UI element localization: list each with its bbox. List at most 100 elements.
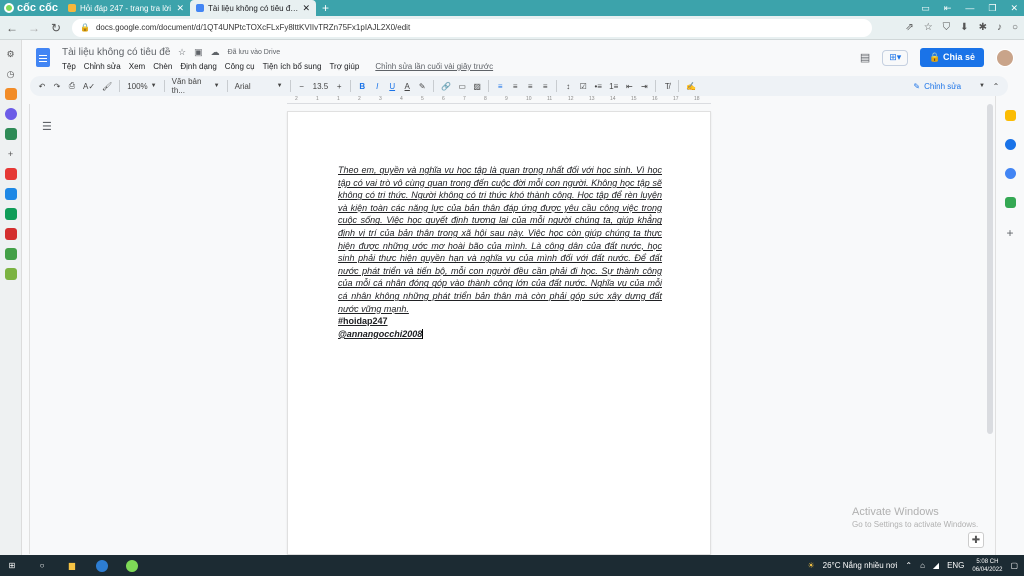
google-docs-logo-icon[interactable]: [36, 48, 50, 67]
translate-icon[interactable]: [4, 208, 17, 220]
share-button[interactable]: 🔒 Chia sẻ: [920, 48, 984, 67]
cast-icon[interactable]: ▭: [921, 3, 930, 14]
document-outline-icon[interactable]: ☰: [42, 120, 52, 133]
document-page[interactable]: Theo em, quyền và nghĩa vụ học tập là qu…: [287, 111, 711, 555]
numbered-list-icon[interactable]: 1≡: [609, 82, 618, 91]
contacts-icon[interactable]: [1004, 168, 1016, 179]
volume-icon[interactable]: ◢: [933, 561, 939, 570]
decrease-indent-icon[interactable]: ⇤: [625, 82, 633, 91]
music-icon[interactable]: ♪: [997, 22, 1002, 33]
settings-gear-icon[interactable]: ⚙: [5, 48, 17, 60]
text-color-icon[interactable]: A: [403, 82, 411, 91]
profile-icon[interactable]: ○: [1012, 22, 1018, 33]
search-icon[interactable]: ○: [36, 560, 48, 572]
url-field[interactable]: 🔒 docs.google.com/document/d/1QT4UNPtcTO…: [72, 18, 872, 37]
add-addon-icon[interactable]: +: [1006, 226, 1013, 240]
increase-indent-icon[interactable]: ⇥: [640, 82, 648, 91]
minimize-button[interactable]: —: [965, 3, 974, 13]
extensions-icon[interactable]: ✱: [979, 22, 987, 33]
reload-button[interactable]: ↻: [50, 21, 62, 35]
maps-icon[interactable]: [4, 248, 17, 260]
paint-format-icon[interactable]: 🖌: [102, 82, 112, 91]
calculator-icon[interactable]: [4, 268, 17, 280]
undo-icon[interactable]: ↶: [38, 82, 46, 91]
menu-help[interactable]: Trợ giúp: [329, 62, 359, 71]
align-center-icon[interactable]: ≡: [511, 82, 519, 91]
keep-icon[interactable]: [1004, 110, 1016, 121]
menu-format[interactable]: Định dạng: [180, 62, 216, 71]
vertical-ruler[interactable]: [24, 104, 30, 554]
browser-logo[interactable]: cốc cốc: [0, 0, 62, 16]
back-button[interactable]: ←: [6, 21, 18, 35]
font-size-input[interactable]: 13.5: [313, 82, 329, 91]
close-window-button[interactable]: ✕: [1010, 3, 1018, 14]
zalo-icon[interactable]: [4, 188, 17, 200]
horizontal-ruler[interactable]: 2 1 1 2 3 4 5 6 7 8 9 10 11 12 13 14 15 16 17 18: [287, 96, 711, 104]
vertical-scrollbar[interactable]: [987, 104, 993, 434]
lock-icon[interactable]: 🔒: [80, 23, 90, 32]
pin-icon[interactable]: ⇤: [944, 3, 952, 14]
redo-icon[interactable]: ↷: [53, 82, 61, 91]
bulleted-list-icon[interactable]: •≡: [594, 82, 602, 91]
underline-button[interactable]: U: [388, 82, 396, 91]
move-folder-icon[interactable]: ▣: [194, 47, 203, 58]
menu-edit[interactable]: Chỉnh sửa: [84, 62, 121, 71]
maps-pin-icon[interactable]: [1004, 197, 1016, 208]
document-title[interactable]: Tài liệu không có tiêu đề: [62, 47, 170, 58]
tasks-icon[interactable]: [1004, 139, 1016, 150]
highlight-icon[interactable]: ✎: [418, 82, 426, 91]
avatar[interactable]: [996, 48, 1014, 67]
download-icon[interactable]: ⬇: [960, 22, 968, 33]
align-right-icon[interactable]: ≡: [526, 82, 534, 91]
file-explorer-icon[interactable]: ▆: [66, 560, 78, 572]
tray-chevron-icon[interactable]: ⌃: [905, 561, 912, 570]
new-tab-button[interactable]: +: [322, 1, 329, 15]
forward-button[interactable]: →: [28, 21, 40, 35]
zoom-select[interactable]: 100% ▼: [127, 82, 156, 91]
windows-start-icon[interactable]: ⊞: [6, 560, 18, 572]
news-icon[interactable]: [4, 228, 17, 240]
last-edit-link[interactable]: Chỉnh sửa lần cuối vài giây trước: [375, 62, 493, 71]
menu-tools[interactable]: Công cụ: [225, 62, 255, 71]
bold-button[interactable]: B: [358, 82, 366, 91]
italic-button[interactable]: I: [373, 82, 381, 91]
link-icon[interactable]: 🔗: [441, 82, 451, 91]
messenger-icon[interactable]: [4, 108, 17, 120]
explore-button[interactable]: ✚: [968, 532, 984, 548]
font-select[interactable]: Arial ▼: [235, 82, 283, 91]
decrease-font-size-icon[interactable]: −: [298, 82, 306, 91]
maximize-button[interactable]: ❐: [988, 3, 996, 14]
coccoc-game-icon[interactable]: [4, 88, 17, 100]
add-comment-icon[interactable]: ▭: [458, 82, 466, 91]
insert-image-icon[interactable]: ▨: [473, 82, 481, 91]
share-page-icon[interactable]: ⇗: [905, 22, 913, 33]
add-icon[interactable]: +: [5, 148, 17, 160]
close-icon[interactable]: ✕: [302, 3, 310, 14]
justify-icon[interactable]: ≡: [541, 82, 549, 91]
clock[interactable]: 5:08 CH 06/04/2022: [972, 558, 1002, 574]
gamepad-icon[interactable]: [4, 128, 17, 140]
increase-font-size-icon[interactable]: +: [335, 82, 343, 91]
weather-text[interactable]: 26°C Nắng nhiều nơi: [823, 561, 898, 570]
menu-insert[interactable]: Chèn: [153, 62, 172, 71]
coccoc-taskbar-icon[interactable]: [126, 559, 138, 572]
menu-addons[interactable]: Tiện ích bổ sung: [263, 62, 322, 71]
close-icon[interactable]: ✕: [176, 3, 184, 14]
zalo-taskbar-icon[interactable]: [96, 559, 108, 572]
menu-view[interactable]: Xem: [129, 62, 145, 71]
print-icon[interactable]: ⎙: [68, 81, 76, 91]
bookmark-star-icon[interactable]: ☆: [924, 22, 933, 33]
history-icon[interactable]: ◷: [5, 68, 17, 80]
hide-menus-icon[interactable]: ⌃: [992, 82, 1000, 91]
shield-icon[interactable]: ⛉: [943, 22, 951, 33]
align-left-icon[interactable]: ≡: [496, 82, 504, 91]
input-tools-icon[interactable]: ✍: [686, 82, 696, 91]
youtube-icon[interactable]: [4, 168, 17, 180]
editing-mode-select[interactable]: ✎ Chỉnh sửa ▼: [913, 82, 985, 91]
spellcheck-icon[interactable]: A✓: [83, 82, 95, 91]
checklist-icon[interactable]: ☑: [579, 82, 587, 91]
menu-file[interactable]: Tệp: [62, 62, 76, 71]
network-icon[interactable]: ⌂: [920, 561, 925, 570]
style-select[interactable]: Văn bản th... ▼: [172, 77, 220, 95]
tab-google-docs[interactable]: Tài liệu không có tiêu đề - G ✕: [190, 0, 316, 16]
